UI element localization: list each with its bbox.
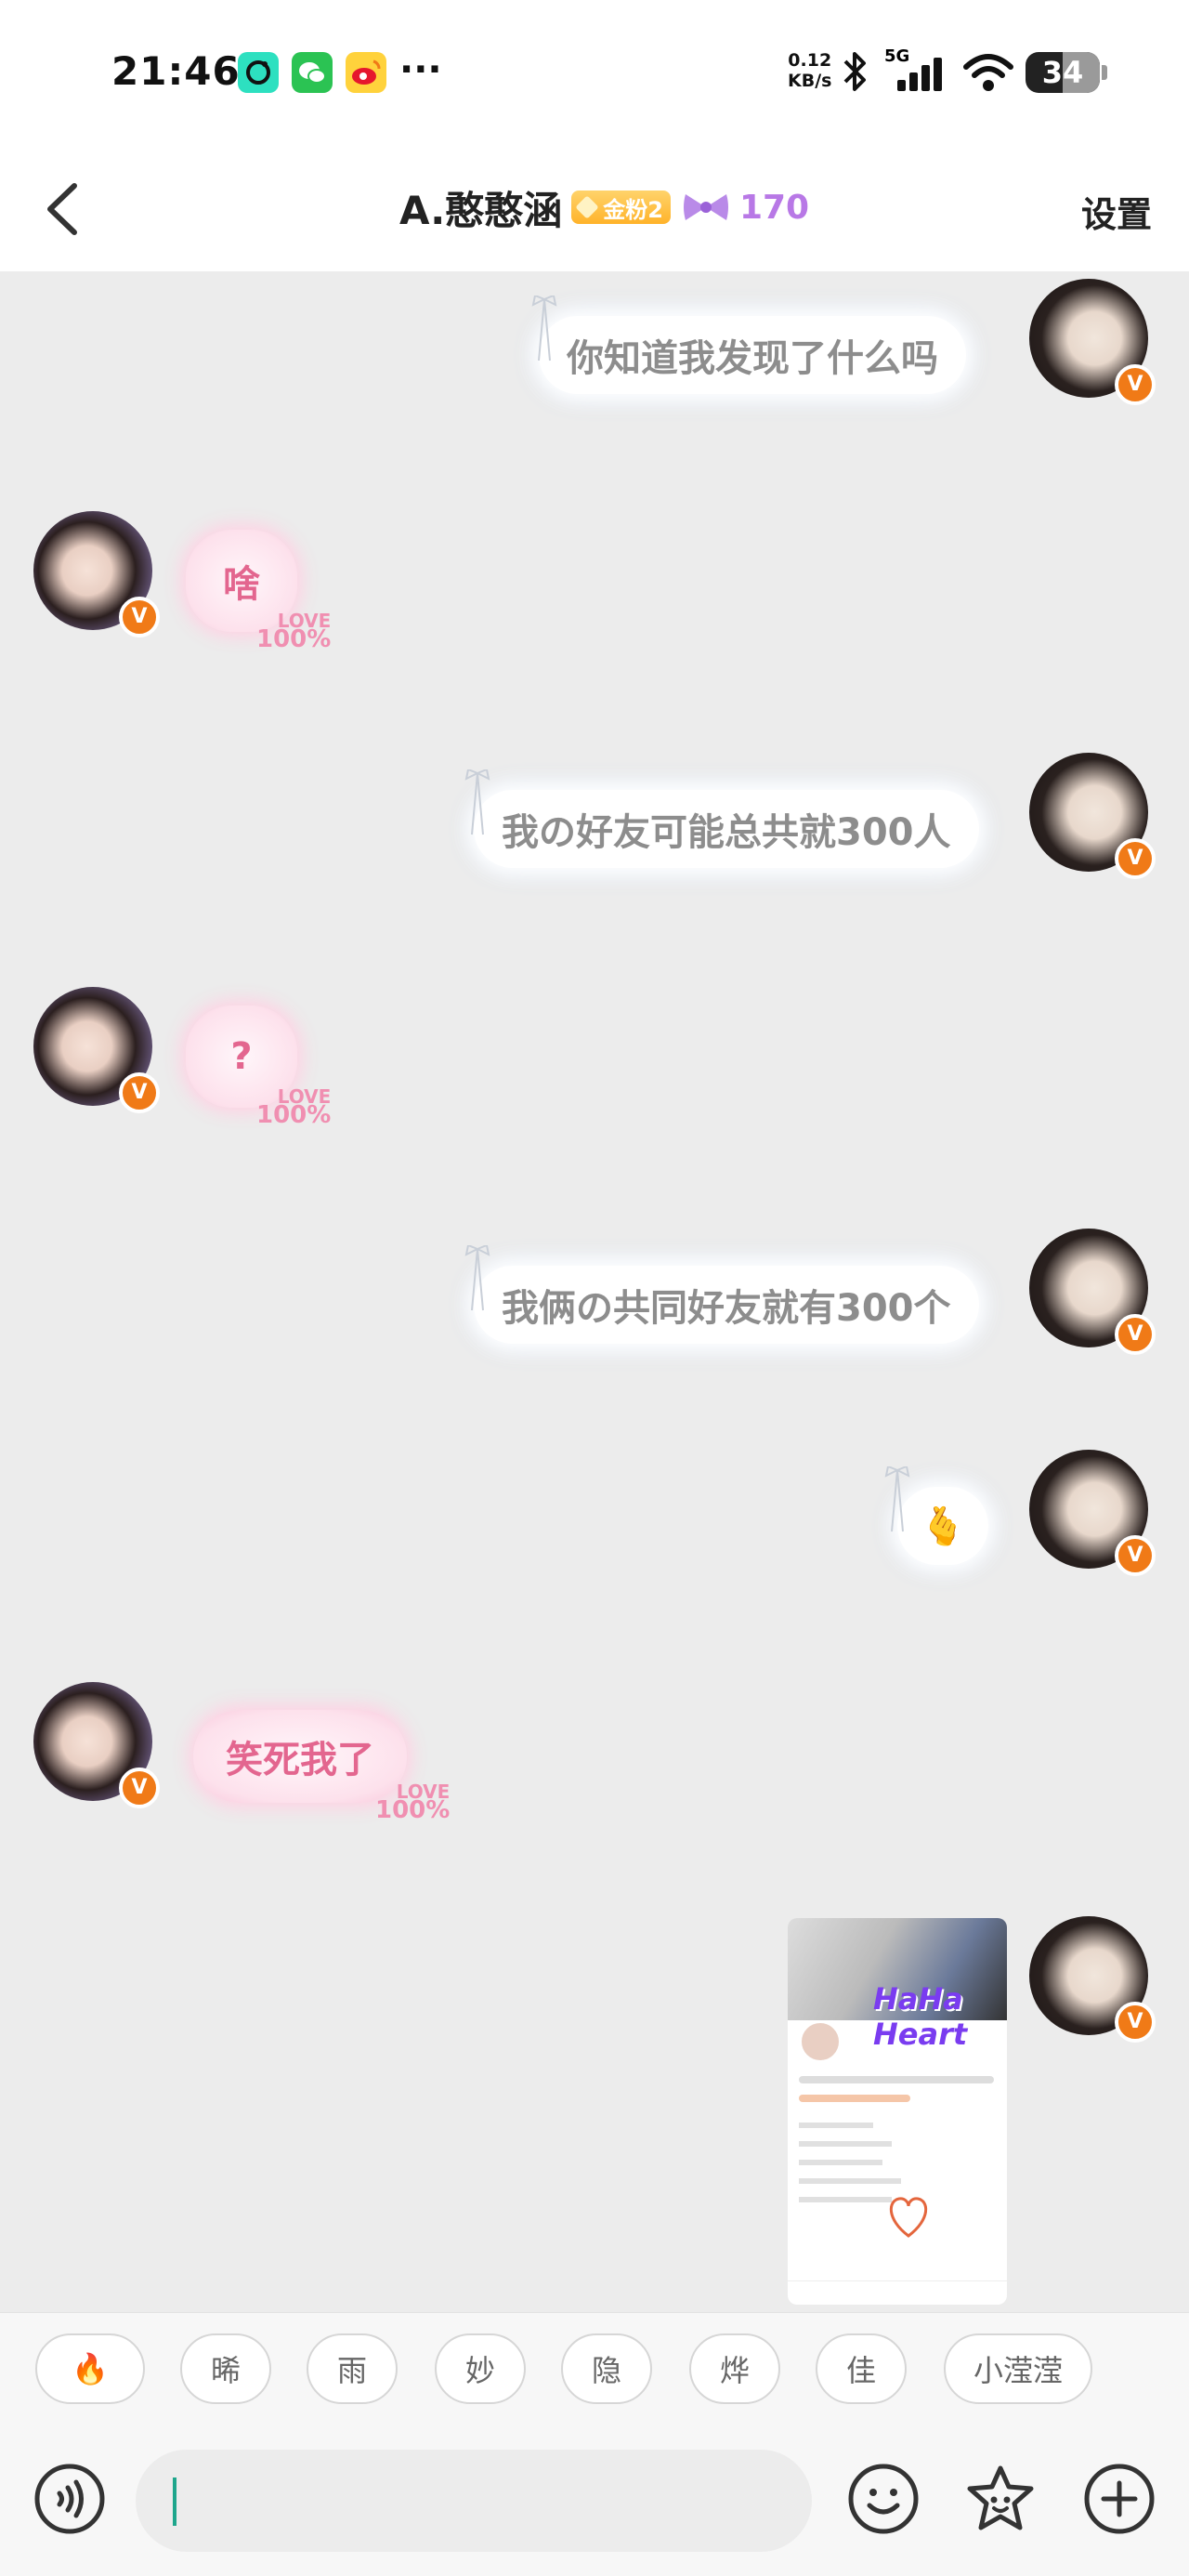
chat-title-group[interactable]: A.憨憨涵 金粉2 170	[399, 175, 809, 240]
love-percent: 100%	[256, 1101, 332, 1129]
chip-label: 小滢滢	[973, 2353, 1063, 2388]
bluetooth-icon	[843, 52, 866, 91]
fan-level-badge: 金粉2	[571, 191, 671, 224]
love-percent: 100%	[256, 625, 332, 653]
verified-badge-icon: V	[1115, 838, 1156, 879]
ribbon-icon	[464, 769, 490, 835]
fan-level-label: 金粉2	[603, 196, 663, 223]
verified-badge-icon: V	[1115, 1314, 1156, 1355]
verified-badge-icon: V	[1115, 2002, 1156, 2043]
my-avatar[interactable]: V	[1029, 1450, 1159, 1580]
contact-avatar[interactable]: V	[33, 987, 163, 1117]
intimacy-score: 170	[738, 188, 810, 227]
love-percent: 100%	[375, 1796, 451, 1824]
verified-badge-icon: V	[1115, 1535, 1156, 1576]
quick-chip[interactable]: 隐	[561, 2333, 652, 2404]
settings-button[interactable]: 设置	[1081, 186, 1152, 237]
message-input[interactable]	[136, 2450, 812, 2552]
verified-badge-icon: V	[119, 1072, 160, 1113]
ribbon-icon	[464, 1245, 490, 1311]
verified-badge-icon: V	[119, 1768, 160, 1808]
chip-label: 佳	[845, 2353, 876, 2388]
fire-icon: 🔥	[72, 2351, 109, 2386]
status-bar: 21:46 ··· 0.12 KB/s 5G 34	[0, 0, 1189, 149]
message-bubble-out[interactable]: 你知道我发现了什么吗	[539, 316, 966, 394]
voice-icon[interactable]	[33, 2463, 106, 2535]
text-caret	[173, 2477, 176, 2526]
message-text: 我の好友可能总共就300人	[502, 811, 951, 854]
battery-level: 34	[1041, 55, 1084, 90]
back-arrow-icon[interactable]	[33, 177, 98, 242]
signal-icon	[897, 58, 942, 91]
chip-label: 隐	[591, 2353, 621, 2388]
love-tag: LOVE 100%	[256, 611, 332, 653]
chat-title: A.憨憨涵	[399, 187, 563, 233]
chat-header: A.憨憨涵 金粉2 170 设置	[0, 149, 1189, 271]
quick-chip[interactable]: 佳	[816, 2333, 907, 2404]
sticker-icon[interactable]	[964, 2463, 1037, 2535]
wechat-icon	[292, 52, 333, 93]
my-avatar[interactable]: V	[1029, 1916, 1159, 2046]
message-bubble-out[interactable]: 我の好友可能总共就300人	[474, 790, 979, 868]
chip-label: 妙	[464, 2353, 495, 2388]
net-speed: 0.12 KB/s	[788, 50, 831, 91]
chip-label: 雨	[336, 2353, 367, 2388]
quick-chip[interactable]: 雨	[307, 2333, 398, 2404]
chip-label: 晞	[210, 2353, 241, 2388]
more-status-icons: ···	[399, 48, 442, 91]
quick-chip[interactable]: 晞	[180, 2333, 271, 2404]
soul-app-icon	[238, 52, 279, 93]
my-avatar[interactable]: V	[1029, 753, 1159, 883]
net-speed-unit: KB/s	[788, 71, 832, 91]
message-text: 你知道我发现了什么吗	[567, 337, 938, 380]
wifi-icon	[963, 54, 1013, 91]
quick-chip-fire[interactable]: 🔥	[35, 2333, 145, 2404]
message-text: ?	[230, 1035, 253, 1078]
quick-chip[interactable]: 烨	[689, 2333, 780, 2404]
quick-reply-bar: 🔥 晞 雨 妙 隐 烨 佳 小滢滢	[0, 2312, 1189, 2425]
message-bubble-out[interactable]: 我俩の共同好友就有300个	[474, 1266, 979, 1344]
quick-chip[interactable]: 小滢滢	[944, 2333, 1092, 2404]
image-message[interactable]: HaHa Heart	[788, 1918, 1007, 2305]
ribbon-icon	[531, 296, 557, 361]
message-text: 笑死我了	[226, 1739, 374, 1781]
message-text: 🫰	[920, 1505, 966, 1548]
heart-icon	[890, 2197, 927, 2238]
chat-messages: V 你知道我发现了什么吗 V 啥 LOVE 100% V 我の好友可能总共就300…	[0, 271, 1189, 2312]
bow-icon	[683, 194, 728, 220]
image-caption: HaHa Heart	[873, 1981, 968, 2052]
message-text: 我俩の共同好友就有300个	[502, 1287, 951, 1330]
weibo-icon	[346, 52, 386, 93]
quick-chip[interactable]: 妙	[435, 2333, 526, 2404]
contact-avatar[interactable]: V	[33, 511, 163, 641]
verified-badge-icon: V	[119, 597, 160, 637]
love-tag: LOVE 100%	[256, 1087, 332, 1129]
ribbon-icon	[884, 1466, 910, 1532]
chip-label: 烨	[719, 2353, 750, 2388]
emoji-icon[interactable]	[847, 2463, 920, 2535]
net-speed-value: 0.12	[788, 50, 832, 71]
battery-icon: 34	[1026, 52, 1100, 93]
contact-avatar[interactable]: V	[33, 1682, 163, 1812]
love-tag: LOVE 100%	[375, 1782, 451, 1824]
my-avatar[interactable]: V	[1029, 279, 1159, 409]
diamond-icon	[575, 195, 599, 219]
my-avatar[interactable]: V	[1029, 1229, 1159, 1359]
status-time: 21:46	[111, 48, 241, 94]
message-text: 啥	[223, 563, 260, 606]
image-avatar	[799, 2020, 842, 2063]
verified-badge-icon: V	[1115, 364, 1156, 405]
input-bar	[0, 2424, 1189, 2576]
plus-icon[interactable]	[1083, 2463, 1156, 2535]
